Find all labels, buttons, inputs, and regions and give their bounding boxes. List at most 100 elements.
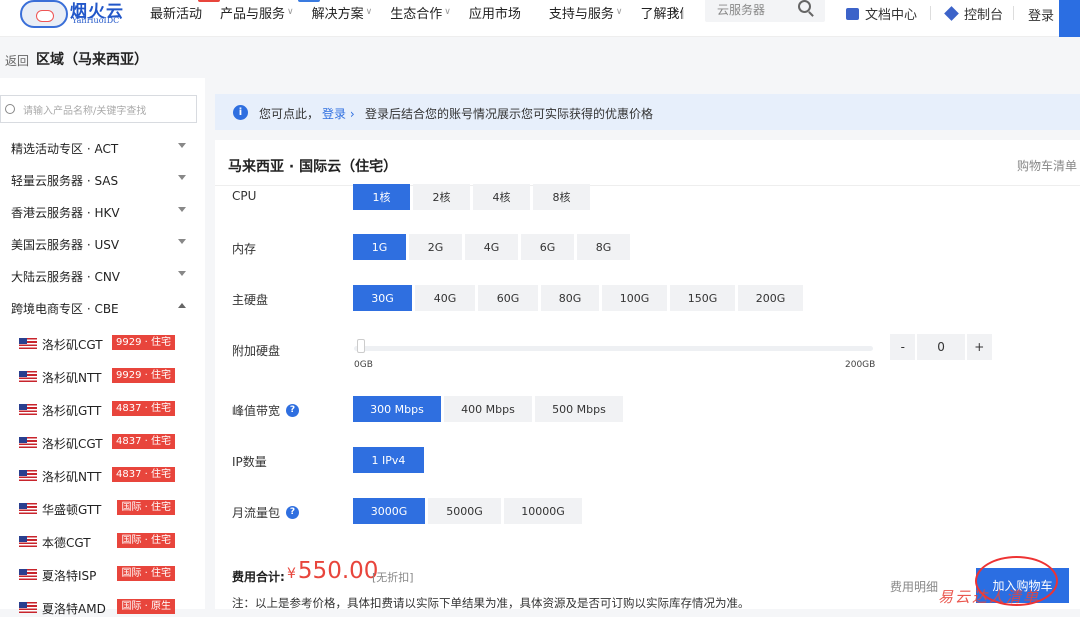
search-icon [5, 104, 15, 114]
nav-about[interactable]: 了解我们 [640, 0, 684, 24]
search-icon[interactable] [798, 0, 811, 13]
notice-login-link[interactable]: 登录 › [322, 105, 355, 122]
traffic-options: 3000G 5000G 10000G [353, 498, 585, 524]
sidebar-category-sas[interactable]: 轻量云服务器 · SAS [11, 172, 186, 189]
traffic-option[interactable]: 3000G [353, 498, 425, 524]
bandwidth-option[interactable]: 500 Mbps [535, 396, 623, 422]
nav-market[interactable]: 应用市场 [469, 0, 521, 24]
main-content: i 您可点此， 登录 › 登录后结合您的账号情况展示您可实际获得的优惠价格 马来… [215, 78, 1080, 610]
sidebar-category-cbe[interactable]: 跨境电商专区 · CBE [11, 300, 186, 317]
ip-option[interactable]: 1 IPv4 [353, 447, 424, 473]
memory-option[interactable]: 2G [409, 234, 462, 260]
nav-latest[interactable]: 最新活动 [150, 0, 220, 24]
nav-ecosystem[interactable]: 生态合作 ∨ [390, 0, 451, 24]
nav-support[interactable]: 支持与服务 ∨ [549, 0, 623, 24]
region-tag: 4837 · 住宅 [112, 467, 175, 482]
cpu-option[interactable]: 1核 [353, 184, 410, 210]
cost-detail-link[interactable]: 费用明细 [890, 578, 938, 595]
slider-min-label: 0GB [354, 360, 373, 370]
login-link[interactable]: 登录 [1028, 5, 1054, 24]
panel-title: 马来西亚 · 国际云（住宅） [228, 159, 398, 175]
top-search-input[interactable]: 云服务器 [705, 0, 825, 22]
sidebar-item-la-cgt-4837[interactable]: 洛杉矶CGT 4837 · 住宅 [19, 434, 179, 452]
new-badge [297, 0, 320, 2]
extra-disk-stepper: - 0 + [890, 334, 993, 360]
extra-disk-slider-handle[interactable] [357, 339, 365, 353]
disk-option[interactable]: 100G [602, 285, 667, 311]
traffic-option[interactable]: 10000G [504, 498, 582, 524]
cpu-option[interactable]: 8核 [533, 184, 590, 210]
sidebar-item-charlotte-isp[interactable]: 夏洛特ISP 国际 · 住宅 [19, 566, 179, 584]
sidebar-item-charlotte-amd[interactable]: 夏洛特AMD 国际 · 原生 [19, 599, 179, 617]
nav-solutions[interactable]: 解决方案 ∨ [297, 0, 372, 24]
divider [930, 6, 931, 20]
bandwidth-option[interactable]: 400 Mbps [444, 396, 532, 422]
sidebar-category-usv[interactable]: 美国云服务器 · USV [11, 236, 186, 253]
back-link[interactable]: 返回 [5, 52, 29, 69]
cpu-option[interactable]: 2核 [413, 184, 470, 210]
sidebar-item-la-ntt-4837[interactable]: 洛杉矶NTT 4837 · 住宅 [19, 467, 179, 485]
docs-link[interactable]: 文档中心 [846, 4, 917, 23]
disk-option[interactable]: 150G [670, 285, 735, 311]
watermark: 易云达人清单 [938, 588, 1041, 606]
disk-label: 主硬盘 [232, 293, 269, 307]
region-tag: 国际 · 原生 [117, 599, 175, 614]
sidebar-item-bend-cgt[interactable]: 本德CGT 国际 · 住宅 [19, 533, 179, 551]
sidebar-category-act[interactable]: 精选活动专区 · ACT [11, 140, 186, 157]
ip-label: IP数量 [232, 455, 267, 469]
disk-option[interactable]: 30G [353, 285, 412, 311]
breadcrumb: 返回 区域（马来西亚） [0, 37, 1080, 78]
bandwidth-option[interactable]: 300 Mbps [353, 396, 441, 422]
chevron-down-icon [178, 143, 186, 148]
memory-label: 内存 [232, 242, 257, 256]
disk-option[interactable]: 200G [738, 285, 803, 311]
chevron-down-icon [178, 239, 186, 244]
sidebar-item-la-gtt[interactable]: 洛杉矶GTT 4837 · 住宅 [19, 401, 179, 419]
cart-list-link[interactable]: 购物车清单 [1017, 157, 1077, 174]
config-panel: 马来西亚 · 国际云（住宅） 购物车清单 CPU 1核 2核 4核 8核 内存 … [215, 140, 1080, 610]
sidebar-search-input[interactable]: 请输入产品名称/关键字查找 [0, 95, 197, 123]
us-flag-icon [19, 569, 37, 580]
disk-options: 30G 40G 60G 80G 100G 150G 200G [353, 285, 806, 311]
divider [1013, 6, 1014, 20]
plus-button[interactable]: + [966, 334, 993, 360]
us-flag-icon [19, 536, 37, 547]
nav-next-icon[interactable]: › [672, 3, 678, 19]
sidebar-item-washington-gtt[interactable]: 华盛顿GTT 国际 · 住宅 [19, 500, 179, 518]
us-flag-icon [19, 470, 37, 481]
cpu-option[interactable]: 4核 [473, 184, 530, 210]
memory-option[interactable]: 6G [521, 234, 574, 260]
extra-disk-slider-track[interactable] [354, 346, 873, 351]
ip-options: 1 IPv4 [353, 447, 427, 473]
sidebar-item-la-ntt[interactable]: 洛杉矶NTT 9929 · 住宅 [19, 368, 179, 386]
memory-option[interactable]: 1G [353, 234, 406, 260]
sidebar-category-hkv[interactable]: 香港云服务器 · HKV [11, 204, 186, 221]
bandwidth-label: 峰值带宽? [232, 402, 300, 419]
memory-option[interactable]: 8G [577, 234, 630, 260]
help-icon[interactable]: ? [286, 404, 300, 417]
region-tag: 4837 · 住宅 [112, 434, 175, 449]
sidebar-category-cnv[interactable]: 大陆云服务器 · CNV [11, 268, 186, 285]
disk-option[interactable]: 80G [541, 285, 599, 311]
register-button[interactable] [1059, 0, 1080, 37]
sidebar-item-la-cgt[interactable]: 洛杉矶CGT 9929 · 住宅 [19, 335, 179, 353]
region-tag: 国际 · 住宅 [117, 533, 175, 548]
traffic-option[interactable]: 5000G [428, 498, 501, 524]
console-icon [944, 6, 959, 21]
memory-option[interactable]: 4G [465, 234, 518, 260]
help-icon[interactable]: ? [286, 506, 300, 519]
console-link[interactable]: 控制台 [944, 4, 1003, 23]
extra-disk-value[interactable]: 0 [917, 334, 965, 360]
us-flag-icon [19, 602, 37, 613]
bandwidth-options: 300 Mbps 400 Mbps 500 Mbps [353, 396, 626, 422]
no-discount-label: [无折扣] [372, 571, 414, 584]
region-tag: 9929 · 住宅 [112, 335, 175, 350]
nav-products[interactable]: 产品与服务 ∨ [220, 0, 294, 24]
logo[interactable]: 烟火云 YanHuoIDC [20, 0, 125, 30]
sidebar: 请输入产品名称/关键字查找 精选活动专区 · ACT 轻量云服务器 · SAS … [0, 78, 205, 616]
region-tag: 国际 · 住宅 [117, 500, 175, 515]
disk-option[interactable]: 40G [415, 285, 475, 311]
traffic-label: 月流量包? [232, 504, 300, 521]
disk-option[interactable]: 60G [478, 285, 538, 311]
minus-button[interactable]: - [890, 334, 916, 360]
